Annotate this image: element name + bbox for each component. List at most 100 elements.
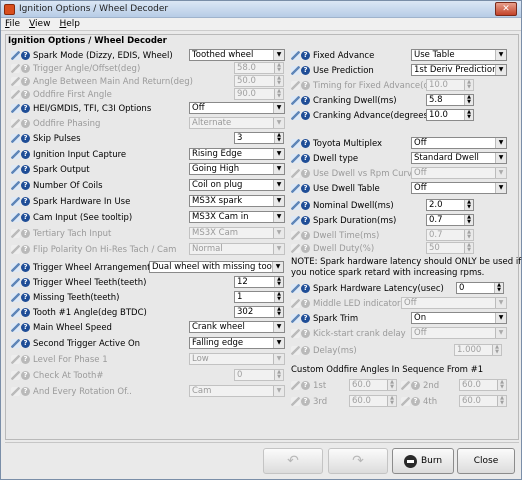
chevron-down-icon[interactable]: ▼ xyxy=(495,183,506,193)
spinner-arrows-icon[interactable]: ▲ ▼ xyxy=(274,63,283,73)
help-icon[interactable]: ? xyxy=(21,323,30,332)
wrench-icon[interactable] xyxy=(291,66,300,75)
wrench-icon[interactable] xyxy=(291,231,300,240)
chevron-down-icon[interactable]: ▼ xyxy=(495,65,506,75)
help-icon[interactable]: ? xyxy=(301,111,310,120)
help-icon[interactable]: ? xyxy=(21,51,30,60)
spinner-arrows-icon[interactable]: ▲ ▼ xyxy=(494,283,503,293)
wrench-icon[interactable] xyxy=(11,263,20,272)
spinner-arrows-icon[interactable]: ▲ ▼ xyxy=(492,345,501,355)
help-icon[interactable]: ? xyxy=(21,213,30,222)
help-icon[interactable]: ? xyxy=(21,77,30,86)
wrench-icon[interactable] xyxy=(401,397,410,406)
spinner-arrows-icon[interactable]: ▲ ▼ xyxy=(464,110,473,120)
wrench-icon[interactable] xyxy=(291,154,300,163)
left-spark-mode-dizzy-edis-wheel-select[interactable]: Toothed wheel ▼ xyxy=(189,49,285,61)
wrench-icon[interactable] xyxy=(291,299,300,308)
wrench-icon[interactable] xyxy=(11,278,20,287)
left-main-wheel-speed-select[interactable]: Crank wheel ▼ xyxy=(189,321,285,333)
wrench-icon[interactable] xyxy=(11,323,20,332)
spinner-arrows-icon[interactable]: ▲ ▼ xyxy=(464,95,473,105)
left-missing-teeth-teeth-input[interactable]: 1 ▲ ▼ xyxy=(234,291,284,303)
wrench-icon[interactable] xyxy=(291,284,300,293)
wrench-icon[interactable] xyxy=(291,169,300,178)
wrench-icon[interactable] xyxy=(11,134,20,143)
wrench-icon[interactable] xyxy=(291,81,300,90)
left-skip-pulses-input[interactable]: 3 ▲ ▼ xyxy=(234,132,284,144)
chevron-down-icon[interactable]: ▼ xyxy=(272,262,283,272)
chevron-down-icon[interactable]: ▼ xyxy=(495,50,506,60)
help-icon[interactable]: ? xyxy=(301,244,310,253)
close-button[interactable]: Close xyxy=(457,448,515,474)
help-icon[interactable]: ? xyxy=(21,150,30,159)
help-icon[interactable]: ? xyxy=(301,397,310,406)
spinner-arrows-icon[interactable]: ▲ ▼ xyxy=(274,370,283,380)
wrench-icon[interactable] xyxy=(291,111,300,120)
wrench-icon[interactable] xyxy=(291,216,300,225)
right-use-prediction-select[interactable]: 1st Deriv Prediction ▼ xyxy=(411,64,507,76)
spinner-arrows-icon[interactable]: ▲ ▼ xyxy=(274,307,283,317)
help-icon[interactable]: ? xyxy=(411,381,420,390)
burn-button[interactable]: Burn xyxy=(392,448,454,474)
help-icon[interactable]: ? xyxy=(301,169,310,178)
help-icon[interactable]: ? xyxy=(301,284,310,293)
left-second-trigger-active-on-select[interactable]: Falling edge ▼ xyxy=(189,337,285,349)
chevron-down-icon[interactable]: ▼ xyxy=(273,386,284,396)
right-nominal-dwell-ms-input[interactable]: 2.0 ▲ ▼ xyxy=(426,199,474,211)
help-icon[interactable]: ? xyxy=(21,308,30,317)
help-icon[interactable]: ? xyxy=(301,381,310,390)
chevron-down-icon[interactable]: ▼ xyxy=(495,138,506,148)
spinner-arrows-icon[interactable]: ▲ ▼ xyxy=(274,76,283,86)
wrench-icon[interactable] xyxy=(11,213,20,222)
wrench-icon[interactable] xyxy=(11,104,20,113)
chevron-down-icon[interactable]: ▼ xyxy=(273,338,284,348)
chevron-down-icon[interactable]: ▼ xyxy=(495,313,506,323)
spinner-arrows-icon[interactable]: ▲ ▼ xyxy=(274,277,283,287)
left-spark-output-select[interactable]: Going High ▼ xyxy=(189,163,285,175)
chevron-down-icon[interactable]: ▼ xyxy=(273,212,284,222)
chevron-down-icon[interactable]: ▼ xyxy=(273,244,284,254)
chevron-down-icon[interactable]: ▼ xyxy=(273,118,284,128)
wrench-icon[interactable] xyxy=(11,51,20,60)
wrench-icon[interactable] xyxy=(11,165,20,174)
right-spark-hardware-latency-usec-input[interactable]: 0 ▲ ▼ xyxy=(456,282,504,294)
left-number-of-coils-select[interactable]: Coil on plug ▼ xyxy=(189,179,285,191)
wrench-icon[interactable] xyxy=(11,229,20,238)
help-icon[interactable]: ? xyxy=(301,184,310,193)
menu-file[interactable]: File xyxy=(5,19,20,29)
chevron-down-icon[interactable]: ▼ xyxy=(495,153,506,163)
help-icon[interactable]: ? xyxy=(301,81,310,90)
window-close-button[interactable]: ✕ xyxy=(495,2,517,16)
spinner-arrows-icon[interactable]: ▲ ▼ xyxy=(464,230,473,240)
help-icon[interactable]: ? xyxy=(21,90,30,99)
help-icon[interactable]: ? xyxy=(411,397,420,406)
right-fixed-advance-select[interactable]: Use Table ▼ xyxy=(411,49,507,61)
help-icon[interactable]: ? xyxy=(21,387,30,396)
menu-view[interactable]: View xyxy=(29,19,50,29)
spinner-arrows-icon[interactable]: ▲ ▼ xyxy=(497,396,506,406)
wrench-icon[interactable] xyxy=(11,339,20,348)
wrench-icon[interactable] xyxy=(11,119,20,128)
wrench-icon[interactable] xyxy=(11,64,20,73)
left-tooth-1-angle-deg-btdc-input[interactable]: 302 ▲ ▼ xyxy=(234,306,284,318)
help-icon[interactable]: ? xyxy=(301,329,310,338)
wrench-icon[interactable] xyxy=(11,245,20,254)
wrench-icon[interactable] xyxy=(11,77,20,86)
left-hei-gmdis-tfi-c3i-options-select[interactable]: Off ▼ xyxy=(189,102,285,114)
chevron-down-icon[interactable]: ▼ xyxy=(273,164,284,174)
spinner-arrows-icon[interactable]: ▲ ▼ xyxy=(464,200,473,210)
spinner-arrows-icon[interactable]: ▲ ▼ xyxy=(274,89,283,99)
help-icon[interactable]: ? xyxy=(301,231,310,240)
spinner-arrows-icon[interactable]: ▲ ▼ xyxy=(464,215,473,225)
right-spark-duration-ms-input[interactable]: 0.7 ▲ ▼ xyxy=(426,214,474,226)
chevron-down-icon[interactable]: ▼ xyxy=(273,50,284,60)
wrench-icon[interactable] xyxy=(11,308,20,317)
title-bar[interactable]: Ignition Options / Wheel Decoder ✕ xyxy=(1,1,521,18)
chevron-down-icon[interactable]: ▼ xyxy=(495,328,506,338)
help-icon[interactable]: ? xyxy=(21,64,30,73)
right-cranking-advance-degrees-input[interactable]: 10.0 ▲ ▼ xyxy=(426,109,474,121)
wrench-icon[interactable] xyxy=(291,397,300,406)
spinner-arrows-icon[interactable]: ▲ ▼ xyxy=(464,80,473,90)
help-icon[interactable]: ? xyxy=(301,216,310,225)
chevron-down-icon[interactable]: ▼ xyxy=(273,180,284,190)
